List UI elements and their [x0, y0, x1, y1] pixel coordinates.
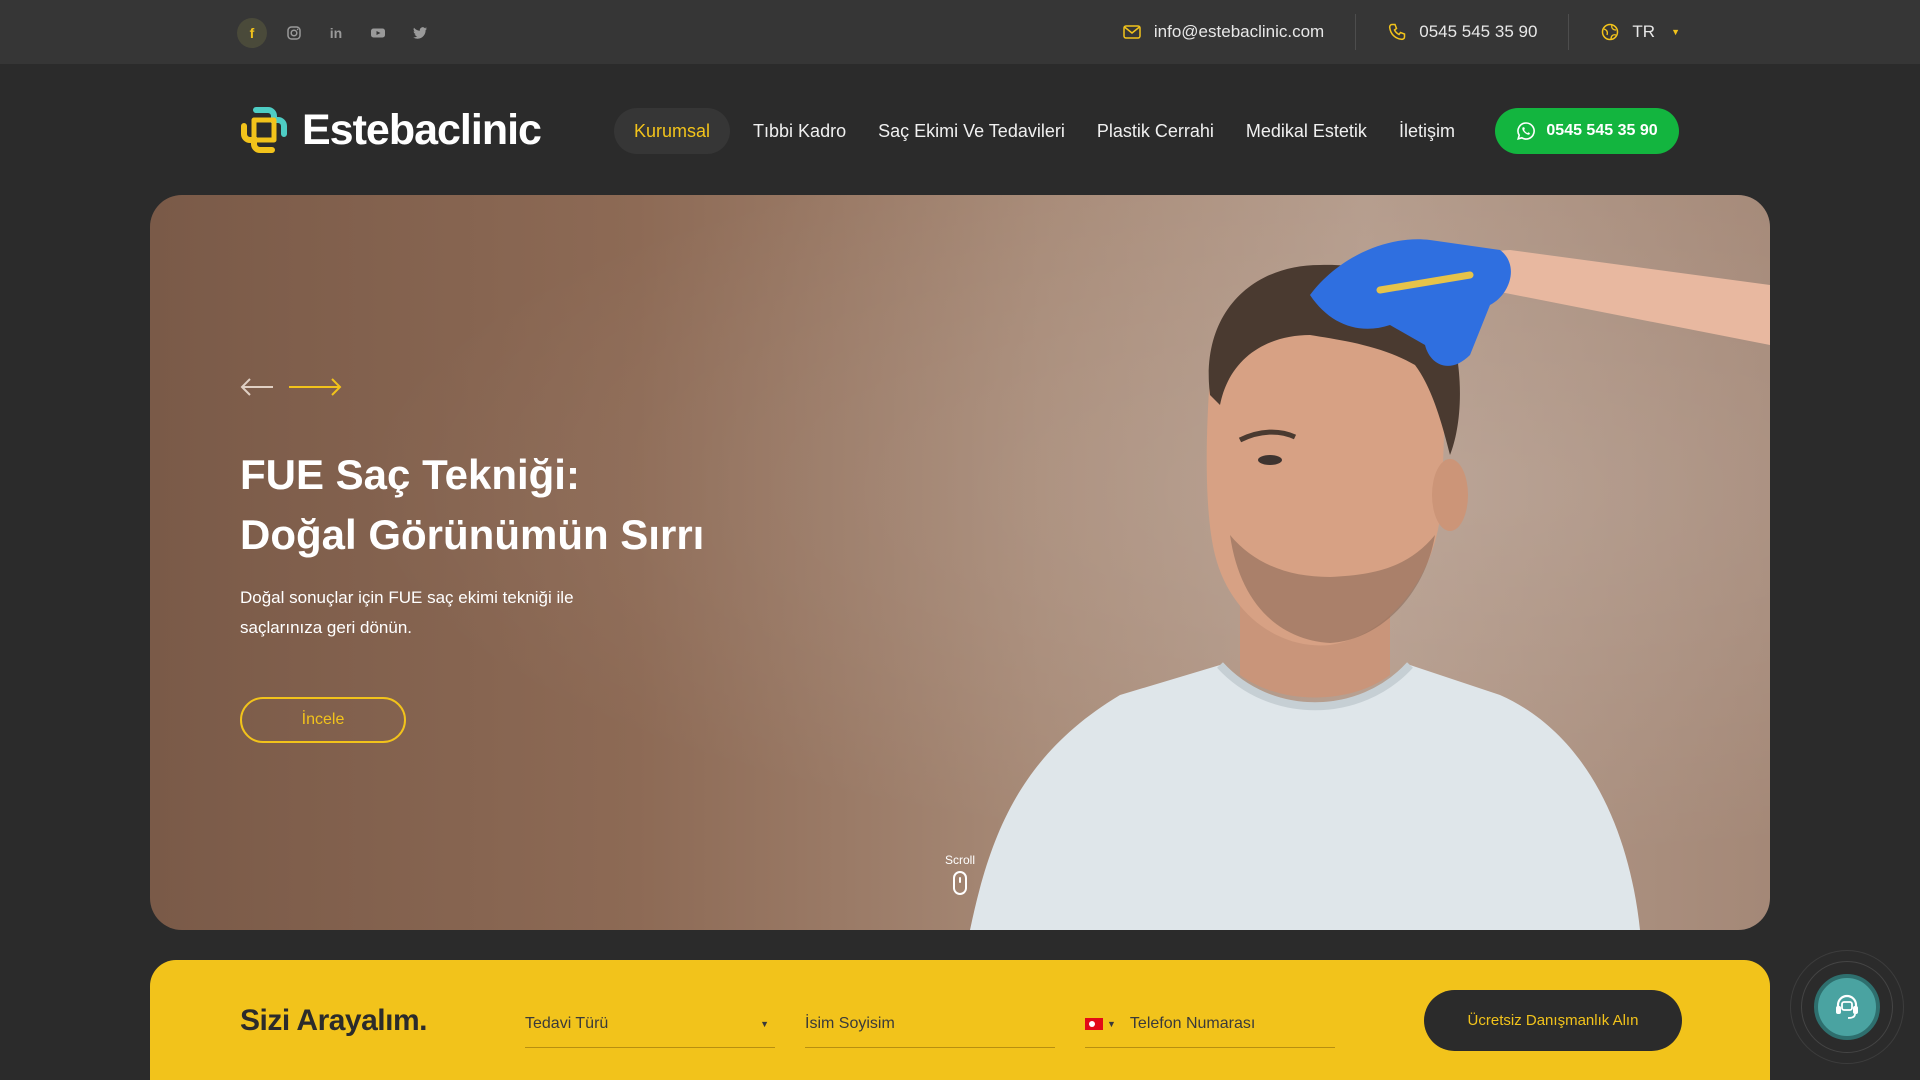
hero-title: FUE Saç Tekniği: Doğal Görünümün Sırrı — [240, 445, 800, 565]
language-selector[interactable]: TR ▼ — [1569, 0, 1680, 64]
support-button[interactable] — [1814, 974, 1880, 1040]
twitter-icon[interactable] — [405, 18, 435, 48]
logo-icon — [241, 107, 287, 153]
name-placeholder: İsim Soyisim — [805, 1014, 895, 1032]
chevron-down-icon: ▼ — [760, 1018, 769, 1029]
support-widget[interactable] — [1790, 950, 1904, 1064]
phone-text: 0545 545 35 90 — [1419, 22, 1538, 41]
facebook-icon[interactable]: f — [237, 18, 267, 48]
nav-item-plastik-cerrahi[interactable]: Plastik Cerrahi — [1084, 108, 1227, 154]
language-label: TR — [1632, 22, 1656, 41]
mail-icon — [1123, 25, 1141, 39]
logo[interactable]: Estebaclinic — [238, 104, 542, 156]
treatment-placeholder: Tedavi Türü — [525, 1014, 609, 1032]
form-title: Sizi Arayalım. — [240, 1004, 427, 1037]
slider-arrows — [240, 375, 342, 399]
hero-title-line1: FUE Saç Tekniği: — [240, 451, 580, 498]
phone-icon — [1389, 23, 1406, 41]
support-ring — [1801, 961, 1893, 1053]
phone-placeholder: Telefon Numarası — [1129, 1014, 1256, 1032]
nav-item-kurumsal[interactable]: Kurumsal — [614, 108, 731, 154]
social-links: f in — [237, 18, 435, 48]
phone-link[interactable]: 0545 545 35 90 — [1356, 0, 1568, 64]
country-code-selector[interactable]: ▼ — [1085, 1017, 1116, 1030]
email-text: info@estebaclinic.com — [1153, 22, 1325, 41]
nav-item-medikal-estetik[interactable]: Medikal Estetik — [1233, 108, 1380, 154]
nav-item-sac-ekimi[interactable]: Saç Ekimi Ve Tedavileri — [865, 108, 1078, 154]
instagram-icon[interactable] — [279, 18, 309, 48]
contact-info: info@estebaclinic.com 0545 545 35 90 TR … — [1091, 0, 1680, 64]
scroll-indicator[interactable]: Scroll — [940, 853, 980, 895]
email-link[interactable]: info@estebaclinic.com — [1091, 0, 1355, 64]
chevron-down-icon: ▼ — [1671, 27, 1680, 37]
logo-text: Estebaclinic — [302, 105, 542, 154]
hero-description: Doğal sonuçlar için FUE saç ekimi tekniğ… — [240, 588, 574, 637]
nav-item-iletisim[interactable]: İletişim — [1386, 108, 1468, 154]
arrow-left-icon[interactable] — [240, 375, 274, 399]
name-input[interactable]: İsim Soyisim — [805, 1000, 1055, 1048]
headset-icon — [1836, 994, 1858, 1019]
phone-input[interactable]: ▼ Telefon Numarası — [1085, 1000, 1335, 1048]
scroll-label: Scroll — [944, 853, 975, 867]
incele-button[interactable]: İncele — [240, 697, 406, 743]
hero-title-line2: Doğal Görünümün Sırrı — [240, 511, 705, 558]
mouse-icon — [953, 871, 967, 895]
submit-button[interactable]: Ücretsiz Danışmanlık Alın — [1424, 990, 1682, 1051]
top-bar: f in info@estebaclinic.com 0545 545 35 9… — [0, 0, 1920, 64]
callback-form: Sizi Arayalım. Tedavi Türü ▼ İsim Soyisi… — [150, 960, 1770, 1080]
treatment-select[interactable]: Tedavi Türü ▼ — [525, 1000, 775, 1048]
chevron-down-icon: ▼ — [1107, 1018, 1116, 1029]
main-nav: Kurumsal Tıbbi Kadro Saç Ekimi Ve Tedavi… — [614, 108, 1468, 154]
turkey-flag-icon — [1085, 1017, 1103, 1030]
nav-item-tibbi-kadro[interactable]: Tıbbi Kadro — [740, 108, 859, 154]
whatsapp-label: 0545 545 35 90 — [1546, 122, 1658, 139]
hero-image — [970, 239, 1770, 930]
youtube-icon[interactable] — [363, 18, 393, 48]
hero-slider: FUE Saç Tekniği: Doğal Görünümün Sırrı D… — [150, 195, 1770, 930]
linkedin-icon[interactable]: in — [321, 18, 351, 48]
whatsapp-button[interactable]: 0545 545 35 90 — [1495, 108, 1679, 154]
arrow-right-icon[interactable] — [288, 375, 342, 399]
globe-icon — [1602, 23, 1619, 41]
whatsapp-icon — [1517, 122, 1536, 140]
